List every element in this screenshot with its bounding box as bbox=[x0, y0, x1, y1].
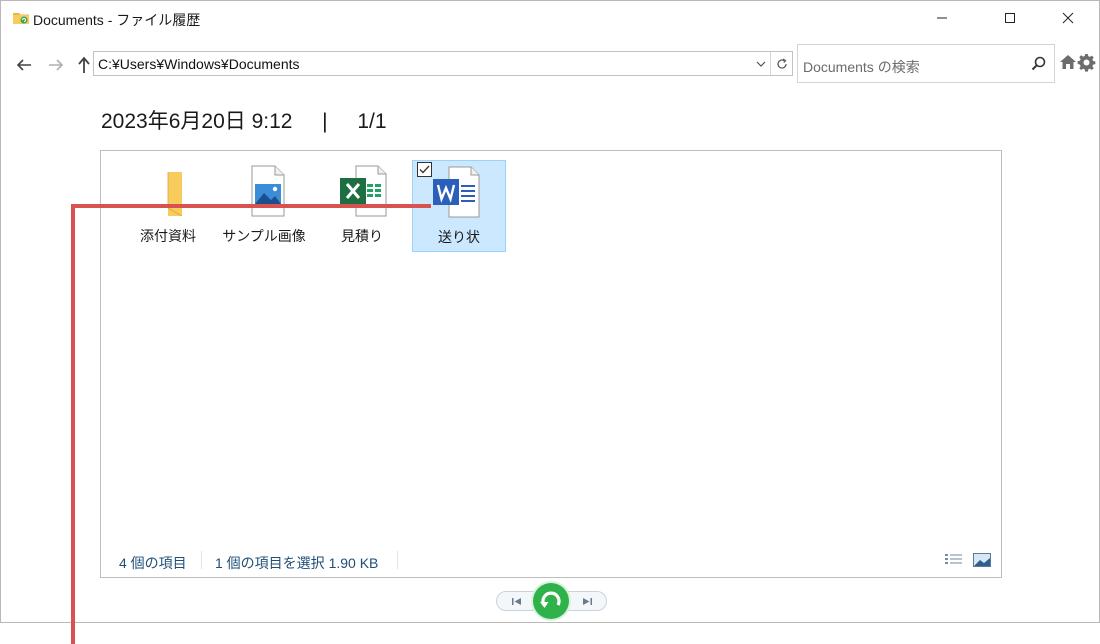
arrow-left-icon bbox=[16, 59, 31, 71]
selection-checkbox[interactable] bbox=[417, 162, 432, 177]
home-button[interactable] bbox=[1059, 53, 1077, 73]
selection-info: 1 個の項目を選択 1.90 KB bbox=[215, 555, 379, 571]
search-icon[interactable] bbox=[1030, 55, 1048, 73]
previous-version-button[interactable] bbox=[496, 591, 536, 611]
image-file-icon bbox=[242, 164, 290, 218]
address-bar[interactable]: C:¥Users¥Windows¥Documents bbox=[93, 51, 793, 76]
maximize-button[interactable] bbox=[987, 1, 1033, 35]
title-bar: Documents - ファイル履歴 bbox=[1, 1, 1099, 37]
skip-previous-icon bbox=[512, 598, 521, 605]
forward-button[interactable] bbox=[45, 54, 67, 76]
large-icons-view-icon bbox=[973, 553, 991, 567]
file-history-app-icon bbox=[13, 11, 29, 25]
folder-icon bbox=[146, 164, 194, 218]
arrow-up-icon bbox=[78, 56, 90, 73]
maximize-icon bbox=[1005, 13, 1015, 23]
settings-button[interactable] bbox=[1077, 53, 1097, 73]
address-path: C:¥Users¥Windows¥Documents bbox=[98, 56, 300, 72]
backup-date-heading: 2023年6月20日 9:12 | 1/1 bbox=[101, 105, 387, 135]
home-icon bbox=[1060, 55, 1076, 69]
search-input[interactable]: Documents の検索 bbox=[797, 44, 1055, 83]
excel-file-icon bbox=[340, 164, 388, 218]
skip-next-icon bbox=[583, 598, 592, 605]
status-divider bbox=[397, 551, 398, 569]
details-view-icon bbox=[945, 554, 962, 564]
file-item-label: 見積り bbox=[341, 228, 383, 244]
back-button[interactable] bbox=[13, 54, 35, 76]
arrow-right-icon bbox=[49, 59, 64, 71]
backup-page-indicator: 1/1 bbox=[357, 110, 387, 133]
minimize-icon bbox=[937, 17, 947, 19]
status-bar: 4 個の項目 1 個の項目を選択 1.90 KB bbox=[101, 549, 1001, 573]
restore-button[interactable] bbox=[533, 583, 569, 619]
chevron-down-icon bbox=[756, 61, 766, 67]
checkbox-checked-icon bbox=[417, 162, 432, 177]
file-item-label: 送り状 bbox=[438, 229, 480, 245]
status-divider bbox=[201, 551, 202, 569]
refresh-icon bbox=[776, 57, 787, 69]
callout-line-horizontal bbox=[71, 204, 431, 208]
file-history-window: Documents - ファイル履歴 C:¥Users¥Windows¥Docu… bbox=[0, 0, 1100, 623]
close-button[interactable] bbox=[1045, 1, 1091, 35]
file-item-label: サンプル画像 bbox=[222, 228, 306, 244]
up-button[interactable] bbox=[73, 54, 95, 76]
close-icon bbox=[1062, 12, 1074, 24]
refresh-button[interactable] bbox=[770, 52, 792, 75]
backup-date-time: 2023年6月20日 9:12 bbox=[101, 110, 293, 133]
gear-icon bbox=[1077, 53, 1096, 72]
file-item-label: 添付資料 bbox=[140, 228, 196, 244]
details-view-button[interactable] bbox=[945, 553, 963, 567]
callout-line-vertical bbox=[71, 204, 75, 644]
file-list-panel[interactable]: 添付資料 サンプル画像 見積り 送り状 4 個の項目 1 個の項目を選択 1.9… bbox=[100, 150, 1002, 578]
address-dropdown-button[interactable] bbox=[750, 52, 772, 75]
item-count: 4 個の項目 bbox=[119, 555, 187, 571]
minimize-button[interactable] bbox=[919, 1, 965, 35]
large-icons-view-button[interactable] bbox=[973, 553, 991, 567]
next-version-button[interactable] bbox=[567, 591, 607, 611]
restore-icon bbox=[540, 591, 561, 608]
search-placeholder: Documents の検索 bbox=[803, 59, 920, 75]
window-title: Documents - ファイル履歴 bbox=[33, 12, 201, 28]
word-file-icon bbox=[433, 165, 481, 219]
heading-separator: | bbox=[322, 110, 328, 133]
